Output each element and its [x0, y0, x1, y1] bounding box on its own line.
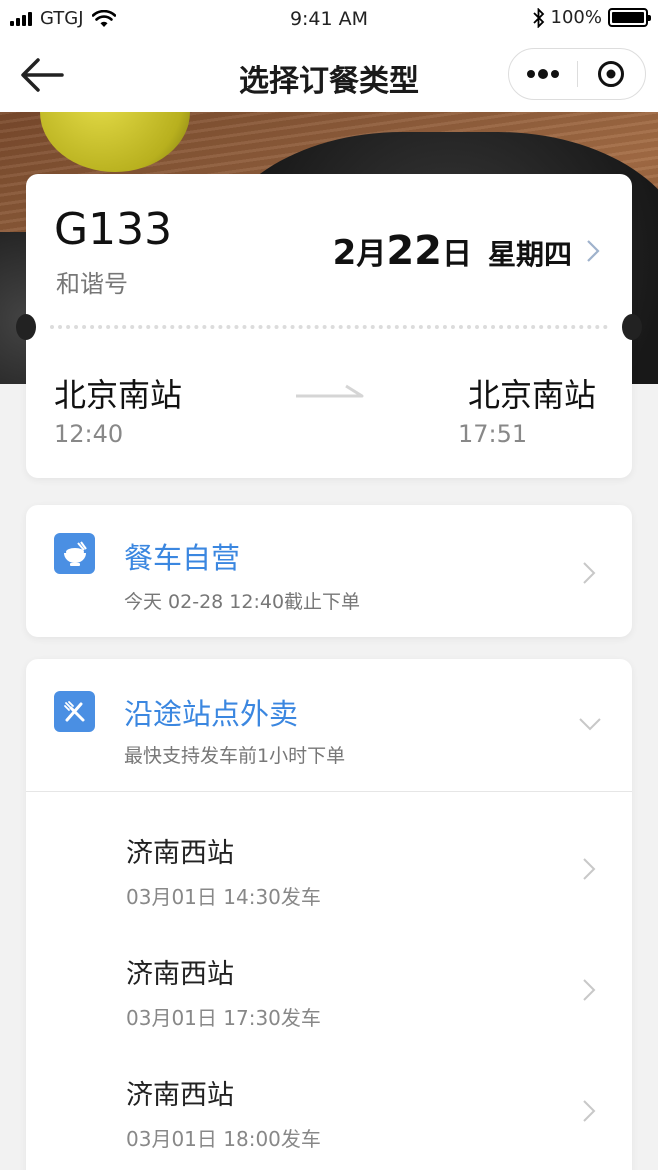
stop-departure-time: 03月01日 14:30发车 [126, 885, 321, 909]
more-dots-icon [526, 69, 559, 79]
chevron-right-icon [583, 562, 596, 584]
dining-car-option[interactable]: 餐车自营 今天 02-28 12:40截止下单 [26, 505, 632, 637]
departure-station: 北京南站 [54, 376, 183, 414]
status-right: 100% [532, 7, 651, 28]
arrival-time: 17:51 [458, 420, 528, 448]
target-circle-icon [598, 61, 625, 87]
chevron-right-icon [583, 1100, 596, 1122]
chevron-right-icon [587, 240, 600, 262]
close-button[interactable] [578, 49, 646, 99]
date-day: 22 [386, 228, 442, 274]
battery-icon [608, 8, 651, 27]
mini-program-capsule [508, 48, 646, 100]
stop-station-name: 济南西站 [126, 959, 234, 990]
rice-bowl-icon [54, 533, 95, 574]
stop-departure-time: 03月01日 18:00发车 [126, 1127, 321, 1151]
dining-car-deadline: 今天 02-28 12:40截止下单 [124, 591, 361, 613]
station-stop-item[interactable]: 济南西站 03月01日 18:00发车 [26, 1053, 632, 1170]
date-day-unit: 日 [441, 237, 472, 272]
train-type: 和谐号 [56, 270, 128, 298]
stop-departure-time: 03月01日 17:30发车 [126, 1006, 321, 1030]
station-delivery-title: 沿途站点外卖 [124, 697, 299, 731]
chevron-down-icon [579, 718, 601, 731]
station-delivery-header[interactable]: 沿途站点外卖 最快支持发车前1小时下单 [26, 659, 632, 792]
departure-time: 12:40 [54, 420, 124, 448]
weekday: 星期四 [487, 238, 572, 271]
fork-knife-icon [54, 691, 95, 732]
station-delivery-card: 沿途站点外卖 最快支持发车前1小时下单 济南西站 03月01日 14:30发车 … [26, 659, 632, 1170]
date-month-unit: 月 [356, 237, 387, 272]
date-selector[interactable]: 2 月 22 日 星期四 [333, 228, 600, 274]
ticket-notch-left [16, 314, 36, 340]
chevron-right-icon [583, 979, 596, 1001]
train-number: G133 [54, 204, 173, 255]
route-arrow-icon [296, 384, 364, 398]
date-month: 2 [332, 233, 357, 273]
more-button[interactable] [509, 49, 577, 99]
station-stop-item[interactable]: 济南西站 03月01日 14:30发车 [26, 811, 632, 931]
stop-station-name: 济南西站 [126, 1080, 234, 1111]
dining-car-title: 餐车自营 [124, 541, 241, 575]
ticket-dotted-divider [50, 325, 608, 329]
ticket-notch-right [622, 314, 642, 340]
status-bar: GTGJ 9:41 AM 100% [0, 0, 658, 38]
bluetooth-icon [532, 7, 544, 28]
battery-percent: 100% [550, 7, 602, 28]
arrival-station: 北京南站 [467, 376, 596, 414]
battery-fill [612, 12, 644, 23]
train-info-card: G133 和谐号 2 月 22 日 星期四 北京南站 12:40 北京南站 17… [16, 174, 642, 478]
station-stop-item[interactable]: 济南西站 03月01日 17:30发车 [26, 932, 632, 1052]
chevron-right-icon [583, 858, 596, 880]
stop-station-name: 济南西站 [126, 838, 234, 869]
station-delivery-subtitle: 最快支持发车前1小时下单 [124, 745, 346, 767]
nav-bar: 选择订餐类型 [0, 38, 658, 112]
